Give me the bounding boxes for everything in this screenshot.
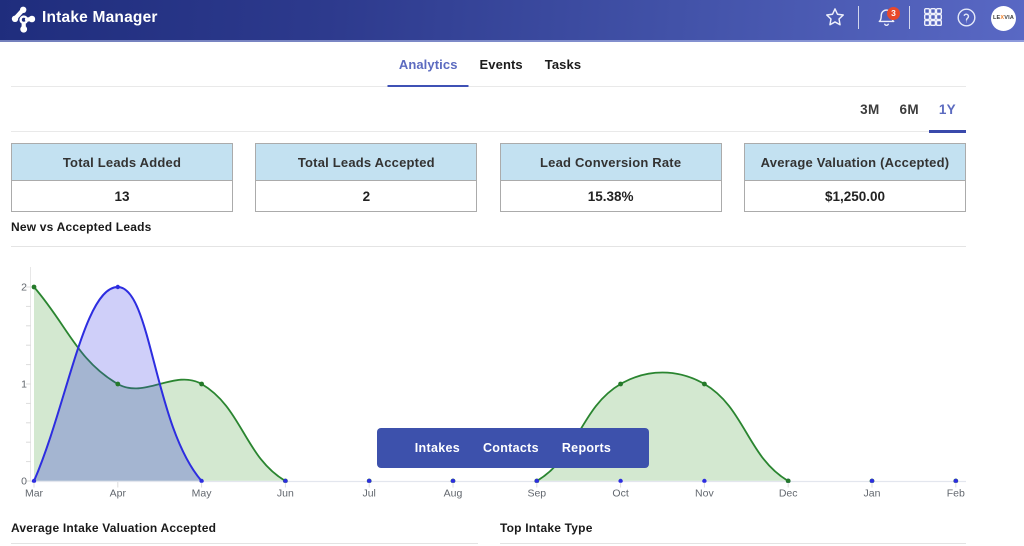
svg-text:Apr: Apr [110, 488, 127, 500]
svg-text:Jun: Jun [277, 488, 294, 500]
svg-text:Oct: Oct [612, 488, 628, 500]
svg-text:Feb: Feb [947, 488, 965, 500]
svg-text:1: 1 [21, 379, 27, 391]
svg-text:0: 0 [21, 476, 27, 488]
svg-text:Mar: Mar [25, 488, 44, 500]
svg-text:Nov: Nov [695, 488, 714, 500]
svg-text:2: 2 [21, 282, 27, 294]
svg-text:Dec: Dec [779, 488, 798, 500]
svg-text:Sep: Sep [527, 488, 546, 500]
svg-text:Aug: Aug [444, 488, 463, 500]
svg-text:May: May [192, 488, 213, 500]
svg-text:Jul: Jul [362, 488, 375, 500]
svg-text:Jan: Jan [864, 488, 881, 500]
